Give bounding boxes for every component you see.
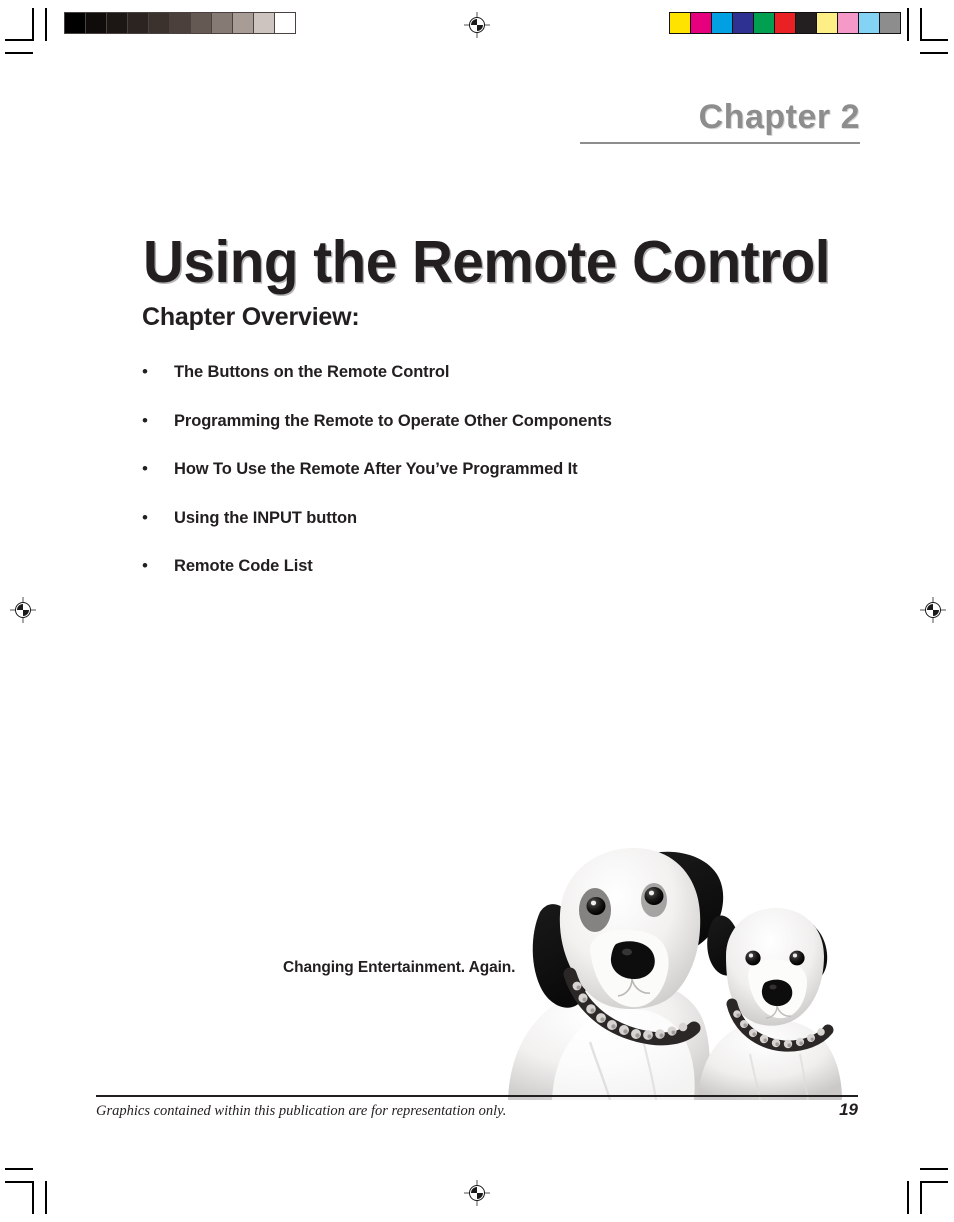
- crop-mark-bottom-left-horizontal: [5, 1181, 33, 1183]
- crop-mark-bottom-left-vertical: [32, 1181, 34, 1214]
- bleed-mark-top-right: [920, 52, 948, 54]
- bleed-mark-bottom-right: [920, 1168, 948, 1170]
- grayscale-swatch-8: [233, 13, 254, 33]
- grayscale-swatch-2: [107, 13, 128, 33]
- brand-tagline: Changing Entertainment. Again.: [283, 959, 516, 976]
- crop-mark-top-right-tick: [907, 8, 909, 41]
- registration-mark-bottom: [464, 1180, 490, 1206]
- bullet-icon: •: [142, 507, 148, 527]
- page-title: Using the Remote Control: [143, 228, 831, 295]
- crop-mark-bottom-right-vertical: [920, 1181, 922, 1214]
- color-swatch-2: [712, 13, 733, 33]
- document-page: Chapter 2 Using the Remote Control Chapt…: [0, 0, 954, 1222]
- crop-mark-bottom-right-horizontal: [920, 1181, 948, 1183]
- chapter-header: Chapter 2: [580, 96, 860, 138]
- list-item: • The Buttons on the Remote Control: [142, 361, 842, 383]
- color-swatch-9: [859, 13, 880, 33]
- bullet-icon: •: [142, 459, 148, 478]
- registration-mark-right: [920, 597, 946, 623]
- chapter-label: Chapter 2: [698, 98, 860, 136]
- color-swatch-6: [796, 13, 817, 33]
- crop-mark-top-left-horizontal: [5, 39, 33, 41]
- grayscale-swatch-1: [86, 13, 107, 33]
- crop-mark-top-left-tick: [45, 8, 47, 41]
- grayscale-swatch-5: [170, 13, 191, 33]
- crop-mark-top-right-vertical: [920, 8, 922, 41]
- list-item-label: Programming the Remote to Operate Other …: [174, 411, 612, 430]
- grayscale-calibration-bar: [64, 12, 296, 34]
- list-item-label: How To Use the Remote After You’ve Progr…: [174, 460, 578, 478]
- color-swatch-5: [775, 13, 796, 33]
- page-number: 19: [839, 1100, 858, 1119]
- color-swatch-1: [691, 13, 712, 33]
- grayscale-swatch-9: [254, 13, 275, 33]
- two-dogs-photo: [494, 828, 870, 1100]
- list-item: • Using the INPUT button: [142, 507, 842, 529]
- crop-mark-top-left-vertical: [32, 8, 34, 41]
- crop-mark-top-right-horizontal: [920, 39, 948, 41]
- color-swatch-8: [838, 13, 859, 33]
- color-swatch-0: [670, 13, 691, 33]
- grayscale-swatch-4: [149, 13, 170, 33]
- crop-mark-bottom-right-tick: [907, 1181, 909, 1214]
- color-calibration-bar: [669, 12, 901, 34]
- grayscale-swatch-6: [191, 13, 212, 33]
- list-item-label: The Buttons on the Remote Control: [174, 363, 450, 381]
- grayscale-swatch-0: [65, 13, 86, 33]
- list-item-label: Remote Code List: [174, 557, 313, 575]
- overview-heading: Chapter Overview:: [142, 303, 360, 331]
- list-item: • How To Use the Remote After You’ve Pro…: [142, 458, 842, 480]
- list-item: • Remote Code List: [142, 555, 842, 577]
- grayscale-swatch-7: [212, 13, 233, 33]
- chapter-divider-rule: [580, 142, 860, 144]
- color-swatch-4: [754, 13, 775, 33]
- bleed-mark-bottom-left: [5, 1168, 33, 1170]
- bullet-icon: •: [142, 362, 148, 381]
- registration-mark-top: [464, 12, 490, 38]
- list-item-label: Using the INPUT button: [174, 508, 357, 527]
- list-item: • Programming the Remote to Operate Othe…: [142, 410, 842, 432]
- bullet-icon: •: [142, 410, 148, 430]
- color-swatch-3: [733, 13, 754, 33]
- bullet-icon: •: [142, 556, 148, 575]
- chapter-overview-section: Chapter Overview: • The Buttons on the R…: [142, 303, 842, 604]
- registration-mark-left: [10, 597, 36, 623]
- color-swatch-10: [880, 13, 900, 33]
- grayscale-swatch-10: [275, 13, 295, 33]
- footer-divider-rule: [96, 1095, 858, 1097]
- color-swatch-7: [817, 13, 838, 33]
- grayscale-swatch-3: [128, 13, 149, 33]
- bleed-mark-top-left: [5, 52, 33, 54]
- crop-mark-bottom-left-tick: [45, 1181, 47, 1214]
- footer-disclaimer: Graphics contained within this publicati…: [96, 1103, 507, 1119]
